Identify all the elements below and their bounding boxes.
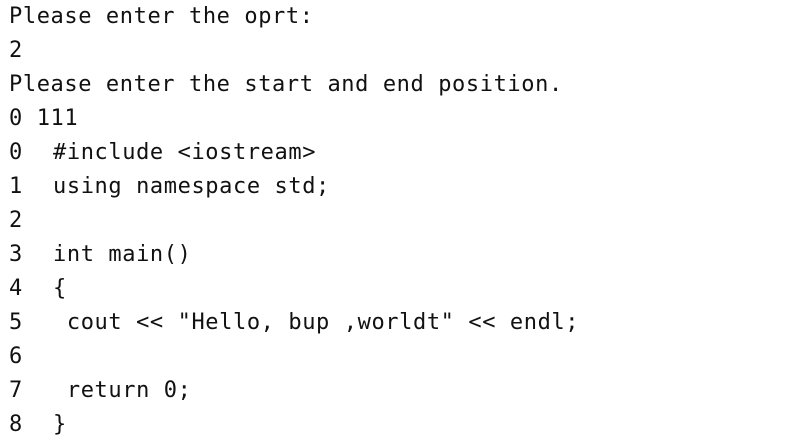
code-line: 1 using namespace std; bbox=[9, 170, 330, 204]
line-number: 7 bbox=[9, 378, 23, 403]
code-text: { bbox=[53, 276, 67, 301]
code-text: } bbox=[53, 412, 67, 437]
code-line: 6 bbox=[9, 340, 53, 374]
prompt-oprt: Please enter the oprt: bbox=[9, 4, 314, 29]
code-text: return 0; bbox=[53, 378, 192, 403]
code-line: 0 #include <iostream> bbox=[9, 136, 316, 170]
terminal-output: Please enter the oprt: 2 Please enter th… bbox=[0, 0, 798, 440]
code-line: 8 } bbox=[9, 408, 67, 442]
line-number: 6 bbox=[9, 344, 23, 369]
code-line: 4 { bbox=[9, 272, 67, 306]
code-line: 3 int main() bbox=[9, 238, 191, 272]
input-range: 0 111 bbox=[9, 106, 79, 131]
line-number: 4 bbox=[9, 276, 23, 301]
line-number: 2 bbox=[9, 208, 23, 233]
line-number: 5 bbox=[9, 310, 23, 335]
line-number: 0 bbox=[9, 140, 23, 165]
code-text: cout << "Hello, bup ,worldt" << endl; bbox=[53, 310, 580, 335]
code-text: int main() bbox=[53, 242, 192, 267]
code-text: using namespace std; bbox=[53, 174, 330, 199]
line-number: 1 bbox=[9, 174, 23, 199]
line-number: 3 bbox=[9, 242, 23, 267]
code-line: 7 return 0; bbox=[9, 374, 191, 408]
line-number: 8 bbox=[9, 412, 23, 437]
code-text: #include <iostream> bbox=[53, 140, 317, 165]
code-line: 2 bbox=[9, 204, 53, 238]
input-oprt: 2 bbox=[9, 38, 23, 63]
prompt-range: Please enter the start and end position. bbox=[9, 72, 563, 97]
code-line: 5 cout << "Hello, bup ,worldt" << endl; bbox=[9, 306, 579, 340]
